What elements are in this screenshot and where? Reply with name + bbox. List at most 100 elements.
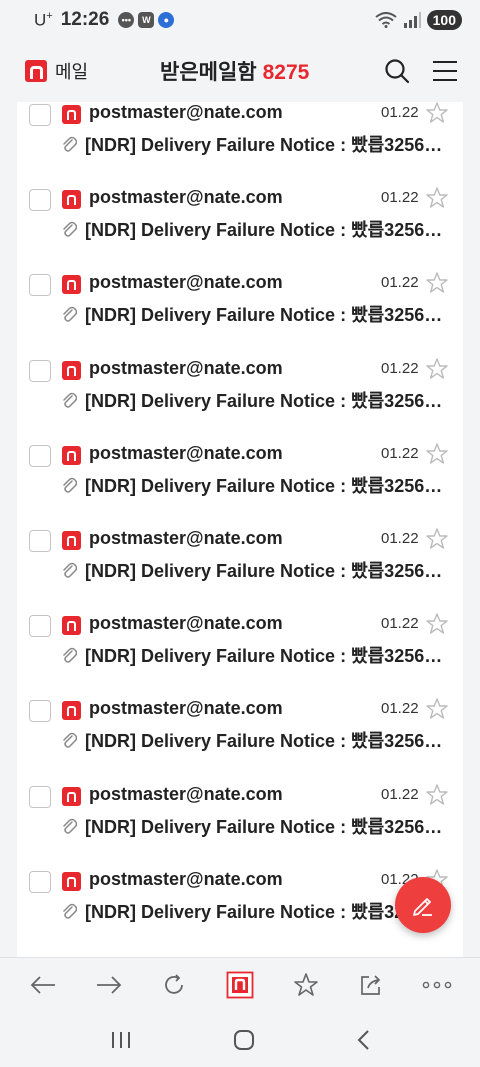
nate-home-icon — [226, 971, 254, 999]
attachment-icon — [61, 646, 78, 664]
pencil-icon — [413, 898, 432, 916]
menu-icon[interactable] — [432, 60, 458, 82]
bookmark-button[interactable] — [286, 965, 326, 1005]
mail-subject: [NDR] Delivery Failure Notice : 빴릅3256-5… — [85, 390, 445, 411]
sender-logo-icon — [62, 786, 81, 806]
mail-date: 01.22 — [381, 104, 419, 121]
app-header: 메일 받은메일함 8275 — [0, 40, 480, 102]
mail-sender: postmaster@nate.com — [89, 868, 283, 889]
star-icon[interactable] — [425, 612, 449, 636]
mail-sender: postmaster@nate.com — [89, 528, 283, 548]
mail-subject: [NDR] Delivery Failure Notice : 빴릅3256-5… — [85, 816, 445, 837]
mail-sender: postmaster@nate.com — [89, 783, 283, 804]
mail-sender: postmaster@nate.com — [89, 272, 283, 293]
browser-toolbar — [0, 957, 480, 1012]
attachment-icon — [61, 476, 78, 494]
nate-home-button[interactable] — [220, 965, 260, 1005]
wifi-icon — [375, 12, 397, 28]
brand-label[interactable]: 메일 — [55, 58, 88, 84]
select-checkbox[interactable] — [29, 785, 51, 808]
sender-logo-icon — [62, 445, 81, 465]
mail-list[interactable]: postmaster@nate.com 01.22 [NDR] Delivery F… — [17, 102, 463, 957]
mail-date: 01.22 — [381, 700, 419, 718]
sender-logo-icon — [62, 616, 81, 636]
star-icon[interactable] — [425, 357, 449, 381]
star-icon[interactable] — [425, 271, 449, 295]
select-checkbox[interactable] — [29, 530, 51, 552]
mail-subject: [NDR] Delivery Failure Notice : 빴릅3256-5… — [85, 305, 445, 326]
sender-logo-icon — [62, 701, 81, 721]
compose-button[interactable] — [395, 877, 451, 933]
sender-logo-icon — [62, 190, 81, 210]
forward-button[interactable] — [89, 965, 129, 1005]
nate-logo[interactable] — [25, 60, 47, 82]
share-icon — [361, 975, 381, 995]
mail-subject: [NDR] Delivery Failure Notice : 빴릅3256-5… — [85, 646, 445, 667]
select-checkbox[interactable] — [29, 104, 51, 126]
attachment-icon — [61, 902, 78, 920]
back-icon — [30, 976, 55, 994]
star-icon[interactable] — [425, 783, 449, 807]
status-bar: U+ 12:26 ••• W ● 100 — [0, 0, 480, 40]
bookmark-star-icon — [293, 973, 318, 996]
mail-item[interactable]: postmaster@nate.com 01.22 [NDR] Delivery F… — [17, 186, 463, 274]
back-button[interactable] — [23, 965, 63, 1005]
more-button[interactable] — [417, 965, 457, 1005]
select-checkbox[interactable] — [29, 274, 51, 297]
mail-sender: postmaster@nate.com — [89, 102, 283, 122]
news-icon: ● — [158, 12, 175, 28]
refresh-icon — [165, 974, 184, 994]
mail-item[interactable]: postmaster@nate.com 01.22 [NDR] Delivery F… — [17, 102, 463, 189]
w-app-icon: W — [138, 12, 155, 28]
sender-logo-icon — [62, 871, 81, 891]
mail-item[interactable]: postmaster@nate.com 01.22 [NDR] Delivery F… — [17, 612, 463, 700]
star-icon[interactable] — [425, 186, 449, 210]
mail-subject: [NDR] Delivery Failure Notice : 빴릅3256..… — [85, 901, 440, 922]
sender-logo-icon — [62, 105, 81, 124]
mail-item[interactable]: postmaster@nate.com 01.22 [NDR] Delivery F… — [17, 442, 463, 530]
star-icon[interactable] — [425, 102, 449, 125]
recent-apps-icon[interactable] — [110, 1030, 132, 1050]
select-checkbox[interactable] — [29, 359, 51, 382]
forward-icon — [96, 976, 121, 994]
star-icon[interactable] — [425, 442, 449, 466]
attachment-icon — [61, 817, 78, 835]
search-icon[interactable] — [384, 58, 410, 84]
star-icon[interactable] — [425, 697, 449, 721]
select-checkbox[interactable] — [29, 700, 51, 723]
select-checkbox[interactable] — [29, 615, 51, 638]
select-checkbox[interactable] — [29, 444, 51, 467]
battery-indicator: 100 — [426, 10, 462, 30]
star-icon[interactable] — [425, 527, 449, 551]
mail-sender: postmaster@nate.com — [89, 613, 283, 634]
page-title[interactable]: 받은메일함 8275 — [160, 56, 309, 86]
mail-sender: postmaster@nate.com — [89, 357, 283, 378]
more-icon — [422, 981, 452, 989]
mail-date: 01.22 — [381, 274, 419, 292]
unread-count: 8275 — [262, 61, 310, 84]
select-checkbox[interactable] — [29, 189, 51, 212]
mail-item[interactable]: postmaster@nate.com 01.22 [NDR] Delivery F… — [17, 527, 463, 615]
mail-subject: [NDR] Delivery Failure Notice : 빴릅3256-5… — [85, 561, 445, 581]
mail-item[interactable]: postmaster@nate.com 01.22 [NDR] Delivery F… — [17, 271, 463, 359]
select-checkbox[interactable] — [29, 870, 51, 893]
mail-item[interactable]: postmaster@nate.com 01.22 [NDR] Delivery F… — [17, 783, 463, 871]
home-icon[interactable] — [233, 1029, 255, 1051]
mail-date: 01.22 — [381, 444, 419, 462]
attachment-icon — [61, 220, 78, 238]
system-nav-bar — [0, 1012, 480, 1067]
mail-subject: [NDR] Delivery Failure Notice : 빴릅3256-5… — [85, 731, 445, 752]
mail-sender: postmaster@nate.com — [89, 698, 283, 719]
back-nav-icon[interactable] — [356, 1029, 370, 1051]
refresh-button[interactable] — [154, 965, 194, 1005]
clock: 12:26 — [60, 9, 110, 30]
share-button[interactable] — [351, 965, 391, 1005]
sender-logo-icon — [62, 275, 81, 295]
mail-date: 01.22 — [381, 189, 419, 207]
mail-item[interactable]: postmaster@nate.com 01.22 [NDR] Delivery F… — [17, 697, 463, 785]
mail-sender: postmaster@nate.com — [89, 187, 283, 208]
attachment-icon — [61, 135, 78, 153]
attachment-icon — [61, 391, 78, 409]
mail-item[interactable]: postmaster@nate.com 01.22 [NDR] Delivery F… — [17, 357, 463, 445]
chat-icon: ••• — [118, 12, 135, 28]
